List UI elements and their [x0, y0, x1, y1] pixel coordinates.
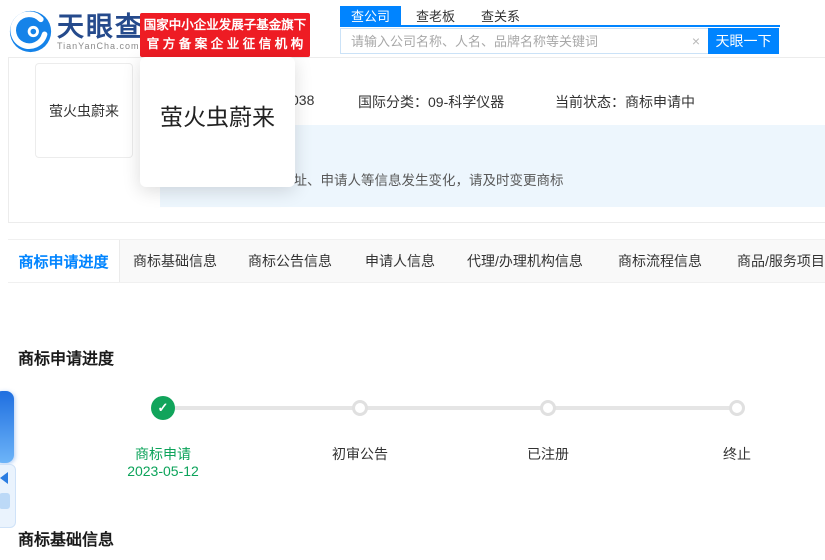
- tab-announcement-info[interactable]: 商标公告信息: [248, 240, 332, 282]
- search-module: 查公司 查老板 查关系 × 天眼一下: [340, 6, 780, 54]
- tianyancha-eye-logo-icon: [9, 10, 52, 53]
- tianyancha-trademark-page: 天眼查 TianYanCha.com 国家中小企业发展子基金旗下 官方备案企业征…: [0, 0, 825, 560]
- tab-process-info[interactable]: 商标流程信息: [618, 240, 702, 282]
- search-button[interactable]: 天眼一下: [708, 28, 779, 54]
- international-class: 国际分类：09-科学仪器: [358, 94, 505, 110]
- trademark-image-preview-popup: 萤火虫蔚来: [140, 57, 295, 187]
- tab-application-progress[interactable]: 商标申请进度: [8, 240, 120, 282]
- trademark-thumb-text: 萤火虫蔚来: [49, 103, 119, 120]
- step-label-registered: 已注册: [527, 446, 569, 462]
- step-label-terminated: 终止: [723, 446, 751, 462]
- search-input[interactable]: [340, 28, 708, 54]
- collapse-arrow-icon: [0, 472, 8, 484]
- tab-agency-info[interactable]: 代理/办理机构信息: [467, 240, 583, 282]
- progress-track-line: [163, 406, 737, 410]
- progress-section-title: 商标申请进度: [18, 351, 115, 368]
- badge-line2: 官方备案企业征信机构: [146, 37, 307, 51]
- search-tab-boss[interactable]: 查老板: [405, 6, 466, 25]
- clear-search-icon[interactable]: ×: [692, 33, 700, 49]
- side-float-panel[interactable]: [0, 464, 16, 528]
- logo-subtitle: TianYanCha.com: [57, 40, 140, 51]
- trademark-popup-text: 萤火虫蔚来: [160, 105, 275, 131]
- step-dot-pending: [729, 400, 745, 416]
- step-done-check-icon: ✓: [151, 396, 175, 420]
- search-tabs: 查公司 查老板 查关系: [340, 6, 780, 27]
- tab-goods-services[interactable]: 商品/服务项目: [737, 240, 825, 282]
- detail-tab-strip: 商标申请进度 商标基础信息 商标公告信息 申请人信息 代理/办理机构信息 商标流…: [8, 239, 825, 283]
- change-notice-text: 地址、申请人等信息发生变化，请及时变更商标: [280, 173, 564, 188]
- tianyancha-logo[interactable]: 天眼查 TianYanCha.com: [8, 9, 144, 54]
- search-tab-relation[interactable]: 查关系: [470, 6, 531, 25]
- basic-info-section-title: 商标基础信息: [18, 532, 115, 549]
- gov-certification-badge: 国家中小企业发展子基金旗下 官方备案企业征信机构: [140, 13, 310, 57]
- tab-basic-info[interactable]: 商标基础信息: [133, 240, 217, 282]
- tab-applicant-info[interactable]: 申请人信息: [365, 240, 435, 282]
- float-panel-icon: [0, 493, 10, 509]
- step-date-application: 2023-05-12: [127, 463, 199, 479]
- search-tab-company[interactable]: 查公司: [340, 6, 402, 25]
- trademark-image-thumb[interactable]: 萤火虫蔚来: [35, 63, 133, 158]
- step-label-preliminary-announcement: 初审公告: [332, 446, 388, 462]
- side-float-handle[interactable]: [0, 391, 14, 463]
- step-dot-pending: [540, 400, 556, 416]
- current-status: 当前状态：商标申请中: [555, 94, 695, 110]
- logo-title: 天眼查: [57, 11, 144, 42]
- step-dot-pending: [352, 400, 368, 416]
- step-label-application: 商标申请: [135, 446, 191, 462]
- badge-line1: 国家中小企业发展子基金旗下: [143, 18, 307, 32]
